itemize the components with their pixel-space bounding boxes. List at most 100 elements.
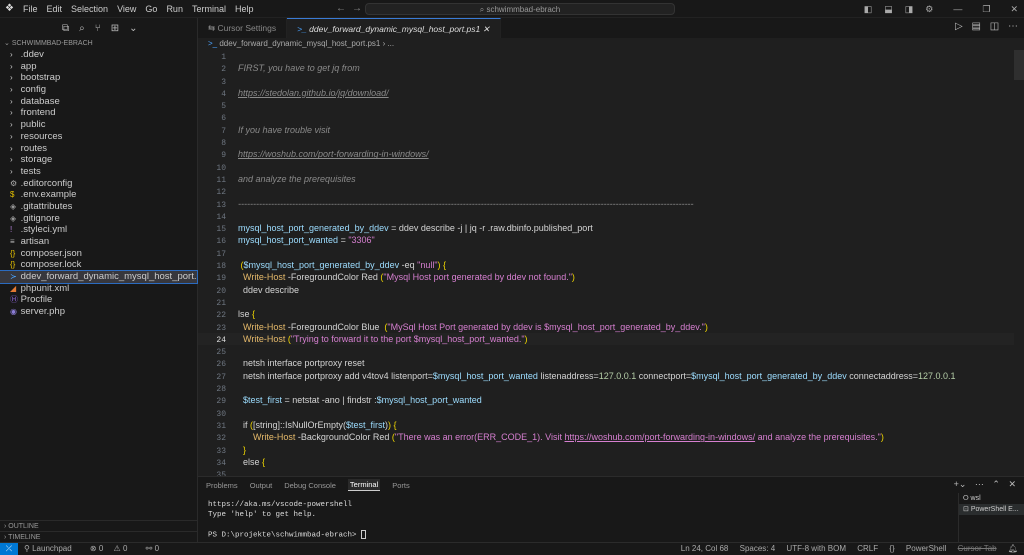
file-item[interactable]: ≻ ddev_forward_dynamic_mysql_host_port.p… xyxy=(0,270,212,284)
nav-back-forward-icon[interactable]: ←→ xyxy=(336,3,368,14)
extensions-icon[interactable]: ⊞ xyxy=(111,23,119,34)
toggle-panel-icon[interactable]: ⬓ xyxy=(884,4,893,15)
code-line[interactable]: 21 xyxy=(198,296,1024,308)
code-line[interactable]: 7 If you have trouble visit xyxy=(198,124,1024,136)
code-line[interactable]: 16 mysql_host_port_wanted = "3306" xyxy=(198,234,1024,246)
remote-icon[interactable]: ⤫ xyxy=(0,542,18,555)
menu-help[interactable]: Help xyxy=(235,4,254,14)
panel-tab-terminal[interactable]: Terminal xyxy=(347,479,381,491)
indentation[interactable]: Spaces: 4 xyxy=(740,544,776,553)
folder-item[interactable]: › .ddev xyxy=(0,49,197,61)
file-item[interactable]: $ .env.example xyxy=(0,189,197,201)
new-terminal-icon[interactable]: +⌄ xyxy=(954,479,967,489)
file-item[interactable]: ◉ server.php xyxy=(0,306,197,318)
code-line[interactable]: 2 FIRST, you have to get jq from xyxy=(198,62,1024,74)
code-token[interactable]: https://woshub.com/port-forwarding-in-wi… xyxy=(238,149,429,159)
terminal-output[interactable]: https://aka.ms/vscode-powershell Type 'h… xyxy=(198,493,1024,540)
menu-terminal[interactable]: Terminal xyxy=(192,4,226,14)
cursor-position[interactable]: Ln 24, Col 68 xyxy=(681,544,729,553)
menu-edit[interactable]: Edit xyxy=(47,4,63,14)
code-line[interactable]: 23 Write-Host -ForegroundColor Blue ("My… xyxy=(198,321,1024,333)
panel-tab-problems[interactable]: Problems xyxy=(206,481,238,490)
code-line[interactable]: 12 xyxy=(198,185,1024,197)
code-line[interactable]: 29 $test_first = netstat -ano | findstr … xyxy=(198,394,1024,406)
toggle-sidebar-icon[interactable]: ◧ xyxy=(864,4,873,15)
file-item[interactable]: ! .styleci.yml xyxy=(0,224,197,236)
code-editor[interactable]: 1 2 FIRST, you have to get jq from 3 4 https:… xyxy=(198,50,1024,476)
folder-item[interactable]: › bootstrap xyxy=(0,72,197,84)
code-line[interactable]: 9 https://woshub.com/port-forwarding-in-w… xyxy=(198,148,1024,160)
minimize-icon[interactable]: — xyxy=(953,4,962,14)
encoding[interactable]: UTF-8 with BOM xyxy=(786,544,846,553)
code-line[interactable]: 24 Write-Host ("Trying to forward it to … xyxy=(198,332,1024,346)
outline-section[interactable]: › OUTLINE xyxy=(0,520,197,531)
code-line[interactable]: 11 and analyze the prerequisites xyxy=(198,173,1024,185)
code-line[interactable]: 31 if ([string]::IsNullOrEmpty($test_fir… xyxy=(198,419,1024,431)
chevron-down-icon[interactable]: ⌄ xyxy=(129,23,137,34)
code-line[interactable]: 27 netsh interface portproxy add v4tov4 … xyxy=(198,370,1024,382)
folder-item[interactable]: › storage xyxy=(0,154,197,166)
maximize-panel-icon[interactable]: ⌃ xyxy=(992,479,1000,489)
menu-file[interactable]: File xyxy=(23,4,38,14)
folder-item[interactable]: › app xyxy=(0,61,197,73)
code-line[interactable]: 34 else { xyxy=(198,456,1024,468)
search-icon[interactable]: ⌕ xyxy=(79,23,85,34)
file-item[interactable]: Ⓗ Procfile xyxy=(0,294,197,306)
gear-icon[interactable]: ⚙ xyxy=(925,4,933,15)
code-token[interactable]: https://stedolan.github.io/jq/download/ xyxy=(238,88,389,98)
folder-item[interactable]: › database xyxy=(0,96,197,108)
breadcrumb-more[interactable]: ... xyxy=(387,39,394,48)
run-selection-icon[interactable]: ▤ xyxy=(972,21,981,32)
code-line[interactable]: 28 xyxy=(198,382,1024,394)
tab-ps1-file[interactable]: >_ ddev_forward_dynamic_mysql_host_port.… xyxy=(287,18,501,38)
file-item[interactable]: ◢ phpunit.xml xyxy=(0,283,197,295)
code-line[interactable]: 10 xyxy=(198,161,1024,173)
folder-item[interactable]: › resources xyxy=(0,131,197,143)
ports-button[interactable]: ⚯ 0 xyxy=(146,544,167,553)
more-actions-icon[interactable]: ⋯ xyxy=(1008,21,1018,32)
code-line[interactable]: 1 xyxy=(198,50,1024,62)
code-line[interactable]: 3 xyxy=(198,75,1024,87)
code-line[interactable]: 22 lse { xyxy=(198,308,1024,320)
panel-tab-ports[interactable]: Ports xyxy=(392,481,410,490)
tab-cursor-settings[interactable]: ⇆ Cursor Settings xyxy=(198,18,288,38)
folder-item[interactable]: › tests xyxy=(0,166,197,178)
code-line[interactable]: 20 ddev describe xyxy=(198,284,1024,296)
close-tab-icon[interactable]: ✕ xyxy=(483,24,490,34)
restore-icon[interactable]: ❐ xyxy=(982,4,990,15)
code-line[interactable]: 26 netsh interface portproxy reset xyxy=(198,357,1024,369)
explorer-icon[interactable]: ⧉ xyxy=(62,23,69,34)
code-line[interactable]: 15 mysql_host_port_generated_by_ddev = dd… xyxy=(198,222,1024,234)
command-center-search[interactable]: ⌕ schwimmbad-ebrach xyxy=(365,3,675,15)
folder-item[interactable]: › public xyxy=(0,119,197,131)
folder-item[interactable]: › config xyxy=(0,84,197,96)
file-item[interactable]: {} composer.lock xyxy=(0,259,197,271)
file-item[interactable]: ⚙ .editorconfig xyxy=(0,178,197,190)
menu-run[interactable]: Run xyxy=(166,4,183,14)
code-line[interactable]: 6 xyxy=(198,111,1024,123)
language-mode[interactable]: {} PowerShell xyxy=(889,544,946,553)
menu-view[interactable]: View xyxy=(117,4,136,14)
more-icon[interactable]: ⋯ xyxy=(975,479,984,489)
launchpad-button[interactable]: ⚲ Launchpad xyxy=(24,544,80,553)
code-line[interactable]: 32 Write-Host -BackgroundColor Red ("The… xyxy=(198,431,1024,443)
scrollbar-thumb[interactable] xyxy=(1014,50,1024,80)
file-item[interactable]: {} composer.json xyxy=(0,248,197,260)
file-item[interactable]: ≡ artisan xyxy=(0,236,197,248)
code-line[interactable]: 30 xyxy=(198,407,1024,419)
panel-tab-output[interactable]: Output xyxy=(250,481,273,490)
code-line[interactable]: 19 Write-Host -ForegroundColor Red ("Mys… xyxy=(198,271,1024,283)
code-line[interactable]: 17 xyxy=(198,247,1024,259)
toggle-secondary-sidebar-icon[interactable]: ◨ xyxy=(905,4,914,15)
folder-item[interactable]: › routes xyxy=(0,143,197,155)
menu-go[interactable]: Go xyxy=(145,4,157,14)
source-control-icon[interactable]: ⑂ xyxy=(95,23,101,34)
folder-item[interactable]: › frontend xyxy=(0,107,197,119)
terminal-item-wsl[interactable]: ⭘ wsl xyxy=(959,493,1024,504)
panel-tab-debug-console[interactable]: Debug Console xyxy=(284,481,336,490)
code-line[interactable]: 5 xyxy=(198,99,1024,111)
terminal-item-powershell[interactable]: ⊡ PowerShell E... xyxy=(959,504,1024,515)
code-line[interactable]: 35 xyxy=(198,468,1024,476)
file-item[interactable]: ◈ .gitattributes xyxy=(0,201,197,213)
file-item[interactable]: ◈ .gitignore xyxy=(0,213,197,225)
